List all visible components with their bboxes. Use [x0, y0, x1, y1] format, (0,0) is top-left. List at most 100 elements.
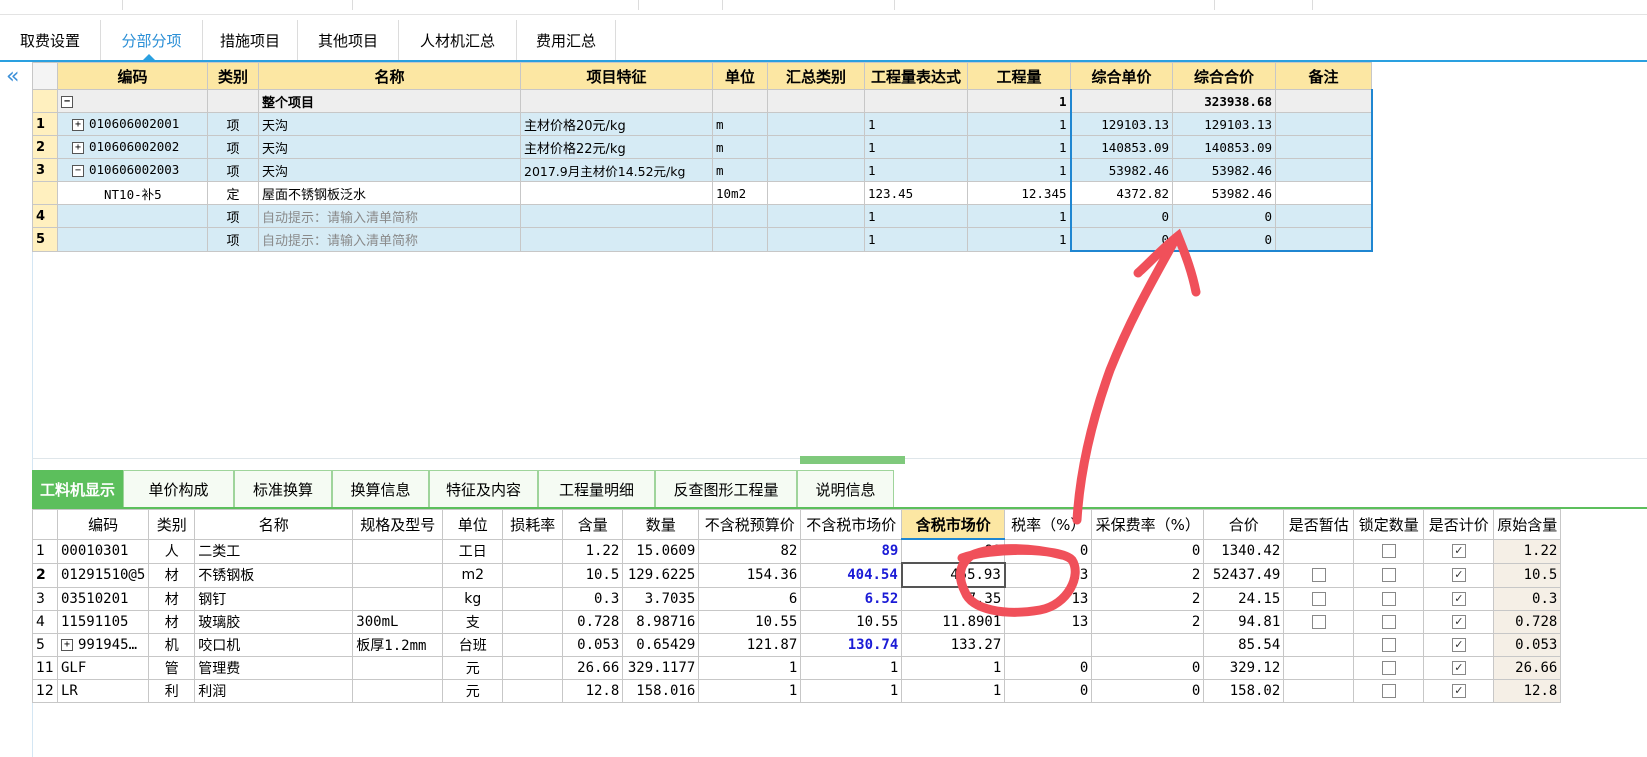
lock-qty-cell[interactable] [1353, 633, 1425, 657]
code-cell[interactable]: +010606002002 [57, 135, 208, 159]
content-cell[interactable]: 0.728 [562, 610, 624, 634]
tax-market-price-cell[interactable]: 11.8901 [901, 610, 1006, 634]
tax-market-price-cell[interactable]: 133.27 [901, 633, 1006, 657]
quantity-cell[interactable]: 129.6225 [622, 562, 700, 588]
unit-cell[interactable] [712, 227, 768, 252]
checkbox[interactable] [1381, 684, 1396, 698]
summary-cell[interactable] [767, 227, 865, 252]
purchase-rate-cell[interactable]: 2 [1091, 610, 1205, 634]
tax-market-price-cell[interactable]: 455.93 [900, 562, 1006, 588]
expr-cell[interactable]: 1 [864, 135, 968, 159]
col-header-name[interactable]: 名称 [194, 509, 354, 540]
tax-rate-cell[interactable] [1004, 633, 1093, 657]
tab-labor-material-summary[interactable]: 人材机汇总 [399, 20, 517, 60]
content-cell[interactable]: 0.3 [562, 586, 624, 611]
summary-cell[interactable] [767, 135, 865, 159]
expr-cell[interactable] [864, 89, 968, 113]
tax-rate-cell[interactable]: 0 [1004, 656, 1093, 680]
lock-qty-cell[interactable] [1353, 538, 1425, 564]
col-header-market-price[interactable]: 不含税市场价 [800, 509, 903, 540]
splitter-grip[interactable] [800, 456, 905, 464]
original-content-cell[interactable]: 12.8 [1493, 679, 1562, 703]
priced-cell[interactable]: ✓ [1423, 538, 1495, 564]
provisional-cell[interactable] [1283, 586, 1355, 611]
lock-qty-cell[interactable] [1353, 679, 1425, 703]
quantity-cell[interactable]: 3.7035 [622, 586, 700, 611]
table-row[interactable]: 2 01291510@5 材不锈钢板 m2 10.5 129.6225 154.36 404.… [32, 562, 1562, 588]
table-row[interactable]: 12 LR 利利润元 12.8 158.016 1 1 1 0 0 158.02 ✓ 12.8 [32, 679, 1562, 703]
quantity-cell[interactable]: 15.0609 [622, 538, 700, 564]
table-row[interactable]: 5 项 自动提示：请输入清单简称 1 1 0 0 [32, 227, 1373, 252]
expr-cell[interactable]: 1 [864, 204, 968, 228]
checked-checkbox[interactable]: ✓ [1451, 615, 1466, 629]
name-cell[interactable]: 天沟 [258, 135, 521, 159]
col-header-unit[interactable]: 单位 [442, 509, 504, 540]
checkbox[interactable] [1381, 568, 1396, 582]
table-row[interactable]: 3 03510201 材钢钉 kg 0.3 3.7035 6 6.52 7.35 13 2 24.15… [32, 586, 1562, 611]
col-header-quantity[interactable]: 数量 [622, 509, 700, 540]
market-price-cell[interactable]: 10.55 [800, 610, 903, 634]
unit-cell[interactable]: 元 [442, 679, 504, 703]
loss-rate-cell[interactable] [502, 679, 564, 703]
feature-cell[interactable] [520, 181, 713, 205]
unit-price-cell[interactable]: 53982.46 [1069, 158, 1173, 182]
tax-market-price-cell[interactable]: 1 [901, 656, 1006, 680]
remark-cell[interactable] [1275, 181, 1373, 205]
priced-cell[interactable]: ✓ [1423, 633, 1495, 657]
total-cell[interactable]: 24.15 [1203, 586, 1285, 611]
summary-cell[interactable] [767, 181, 865, 205]
unit-cell[interactable] [712, 204, 768, 228]
col-header-qty-expression[interactable]: 工程量表达式 [864, 62, 968, 90]
name-cell[interactable]: 管理费 [194, 656, 354, 680]
tab-quantity-details[interactable]: 工程量明细 [538, 470, 655, 508]
expr-cell[interactable]: 123.45 [864, 181, 968, 205]
table-row[interactable]: 4 项 自动提示：请输入清单简称 1 1 0 0 [32, 204, 1373, 228]
code-cell[interactable]: LR [56, 679, 150, 703]
col-header-unit[interactable]: 单位 [712, 62, 768, 90]
unit-price-cell[interactable]: 140853.09 [1069, 135, 1173, 159]
total-cell[interactable]: 129103.13 [1172, 112, 1276, 136]
content-cell[interactable]: 0.053 [562, 633, 624, 657]
lock-qty-cell[interactable] [1353, 586, 1425, 611]
col-header-lock-qty[interactable]: 锁定数量 [1353, 509, 1425, 540]
budget-price-cell[interactable]: 6 [698, 586, 802, 611]
quantity-cell[interactable]: 329.1177 [622, 656, 700, 680]
unit-cell[interactable]: 支 [442, 610, 504, 634]
qty-cell[interactable]: 1 [967, 227, 1071, 252]
checkbox[interactable] [1311, 591, 1326, 606]
expand-tree-icon[interactable]: + [72, 141, 84, 154]
checked-checkbox[interactable]: ✓ [1451, 568, 1466, 582]
total-cell[interactable]: 158.02 [1203, 679, 1285, 703]
type-cell[interactable]: 项 [207, 112, 259, 136]
unit-cell[interactable]: m [712, 135, 768, 159]
col-header-name[interactable]: 名称 [258, 62, 521, 90]
name-cell[interactable]: 自动提示：请输入清单简称 [258, 204, 521, 228]
purchase-rate-cell[interactable]: 2 [1091, 562, 1205, 588]
tab-reverse-lookup-quantity[interactable]: 反查图形工程量 [655, 470, 797, 508]
col-header-remark[interactable]: 备注 [1275, 62, 1372, 90]
table-row[interactable]: 1 +010606002001 项 天沟 主材价格20元/kg m 1 1 12… [32, 112, 1373, 136]
unit-cell[interactable]: m [712, 158, 768, 182]
table-row[interactable]: 1 00010301 人二类工 工日 1.22 15.0609 82 89 89 0 0 1340.4… [32, 538, 1562, 564]
col-header-total-price[interactable]: 综合合价 [1172, 62, 1276, 90]
content-cell[interactable]: 10.5 [562, 562, 624, 588]
spec-cell[interactable] [352, 586, 444, 611]
name-cell[interactable]: 咬口机 [194, 633, 354, 657]
feature-cell[interactable] [520, 89, 713, 113]
col-header-spec[interactable]: 规格及型号 [352, 509, 444, 540]
budget-price-cell[interactable]: 1 [698, 679, 802, 703]
total-cell[interactable]: 1340.42 [1203, 538, 1285, 564]
checked-checkbox[interactable]: ✓ [1451, 684, 1466, 698]
unit-price-cell[interactable] [1069, 89, 1173, 113]
table-row[interactable]: − 整个项目 1 323938.68 [32, 89, 1373, 113]
tab-unit-price-composition[interactable]: 单价构成 [123, 470, 234, 508]
budget-price-cell[interactable]: 10.55 [698, 610, 802, 634]
original-content-cell[interactable]: 26.66 [1493, 656, 1562, 680]
budget-price-cell[interactable]: 154.36 [698, 562, 802, 588]
total-cell[interactable]: 53982.46 [1172, 158, 1276, 182]
summary-cell[interactable] [767, 89, 865, 113]
col-header-priced[interactable]: 是否计价 [1423, 509, 1495, 540]
remark-cell[interactable] [1275, 89, 1373, 113]
remark-cell[interactable] [1275, 158, 1373, 182]
name-cell[interactable]: 天沟 [258, 158, 521, 182]
